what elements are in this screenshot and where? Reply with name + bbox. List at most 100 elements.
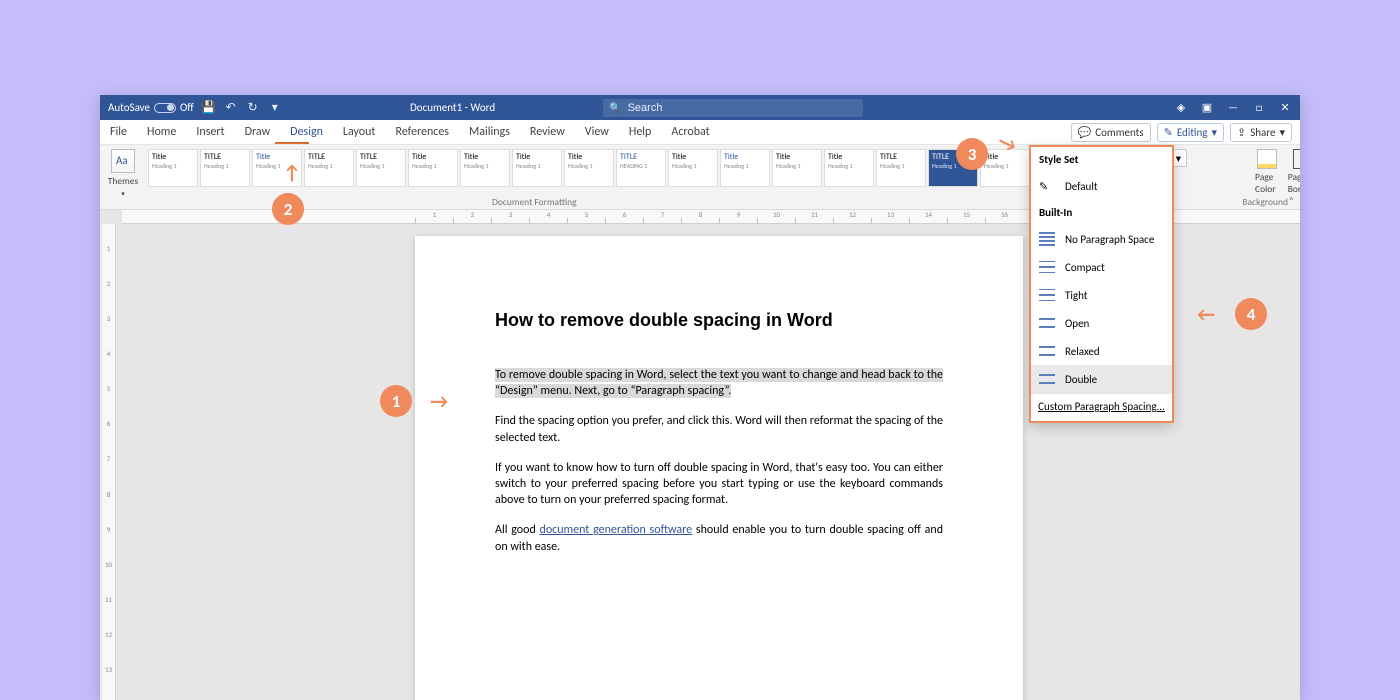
comment-icon: 💬 bbox=[1078, 126, 1092, 139]
page-borders-label: Page Borders bbox=[1288, 171, 1300, 195]
save-icon[interactable]: 💾 bbox=[202, 101, 216, 115]
body-paragraph: Find the spacing option you prefer, and … bbox=[495, 413, 943, 445]
chevron-down-icon: ▾ bbox=[1176, 152, 1181, 165]
qat-dropdown-icon[interactable]: ▾ bbox=[268, 101, 282, 115]
tab-view[interactable]: View bbox=[575, 120, 619, 145]
tab-design[interactable]: Design bbox=[280, 120, 333, 145]
collapse-ribbon-icon[interactable]: ˄ bbox=[1289, 194, 1294, 207]
chevron-down-icon: ▾ bbox=[1211, 126, 1217, 139]
option-label: Default bbox=[1065, 180, 1098, 193]
themes-icon bbox=[111, 149, 135, 173]
tab-review[interactable]: Review bbox=[520, 120, 575, 145]
hyperlink[interactable]: document generation software bbox=[540, 523, 693, 537]
chevron-down-icon: ▾ bbox=[121, 189, 125, 198]
ribbon-display-icon[interactable]: ▣ bbox=[1200, 101, 1214, 115]
option-label: No Paragraph Space bbox=[1065, 233, 1154, 246]
style-thumb[interactable]: TITLEHEADING 1 bbox=[616, 149, 666, 187]
document-heading: How to remove double spacing in Word bbox=[495, 310, 943, 331]
body-paragraph: All good document generation software sh… bbox=[495, 522, 943, 554]
style-thumb[interactable]: TitleHeading 1 bbox=[824, 149, 874, 187]
tab-home[interactable]: Home bbox=[137, 120, 186, 145]
chevron-down-icon: ▾ bbox=[1279, 126, 1285, 139]
themes-group: Themes ▾ bbox=[100, 145, 146, 198]
diamond-icon[interactable]: ◈ bbox=[1174, 101, 1188, 115]
themes-button[interactable]: Themes ▾ bbox=[106, 149, 140, 198]
spacing-option-compact[interactable]: Compact bbox=[1031, 253, 1172, 281]
word-app-window: AutoSave Off 💾 ↶ ↻ ▾ Document1 - Word 🔍 … bbox=[100, 95, 1300, 700]
tab-file[interactable]: File bbox=[100, 120, 137, 145]
menu-section-styleset: Style Set bbox=[1031, 147, 1172, 172]
titlebar: AutoSave Off 💾 ↶ ↻ ▾ Document1 - Word 🔍 … bbox=[100, 95, 1300, 120]
editing-button[interactable]: ✎ Editing▾ bbox=[1157, 123, 1224, 142]
option-label: Double bbox=[1065, 373, 1097, 386]
group-label: Document Formatting bbox=[492, 196, 577, 208]
spacing-option-double[interactable]: Double bbox=[1031, 365, 1172, 393]
autosave-state: Off bbox=[180, 101, 194, 114]
undo-icon[interactable]: ↶ bbox=[224, 101, 238, 115]
custom-paragraph-spacing[interactable]: Custom Paragraph Spacing... bbox=[1031, 393, 1172, 419]
style-thumb[interactable]: TITLEHeading 1 bbox=[304, 149, 354, 187]
paragraph-spacing-menu: Style Set ✎Default Built-In No Paragraph… bbox=[1029, 145, 1174, 423]
style-thumb[interactable]: TitleHeading 1 bbox=[148, 149, 198, 187]
spacing-option-open[interactable]: Open bbox=[1031, 309, 1172, 337]
page-color-button[interactable]: Page Color bbox=[1255, 149, 1280, 195]
spacing-option-default[interactable]: ✎Default bbox=[1031, 172, 1172, 200]
page-borders-icon bbox=[1293, 149, 1300, 169]
share-icon: ⇪ bbox=[1237, 126, 1246, 139]
style-thumb[interactable]: TitleHeading 1 bbox=[460, 149, 510, 187]
themes-label: Themes bbox=[108, 175, 138, 187]
comments-button[interactable]: 💬Comments bbox=[1071, 123, 1151, 142]
style-thumb[interactable]: TitleHeading 1 bbox=[720, 149, 770, 187]
minimize-icon[interactable]: — bbox=[1226, 101, 1240, 115]
callout-1: 1 bbox=[380, 385, 412, 417]
ribbon-tabs: File Home Insert Draw Design Layout Refe… bbox=[100, 120, 1300, 145]
option-label: Open bbox=[1065, 317, 1089, 330]
search-box[interactable]: 🔍 bbox=[603, 99, 863, 117]
tab-acrobat[interactable]: Acrobat bbox=[661, 120, 719, 145]
toggle-off-icon bbox=[154, 103, 176, 113]
tab-insert[interactable]: Insert bbox=[186, 120, 234, 145]
spacing-option-relaxed[interactable]: Relaxed bbox=[1031, 337, 1172, 365]
style-thumb[interactable]: TITLEHeading 1 bbox=[200, 149, 250, 187]
callout-3: 3 bbox=[956, 138, 988, 170]
redo-icon[interactable]: ↻ bbox=[246, 101, 260, 115]
tab-references[interactable]: References bbox=[385, 120, 459, 145]
spacing-option-tight[interactable]: Tight bbox=[1031, 281, 1172, 309]
share-button[interactable]: ⇪ Share ▾ bbox=[1230, 123, 1292, 142]
editing-label: Editing bbox=[1177, 126, 1208, 139]
tab-draw[interactable]: Draw bbox=[235, 120, 281, 145]
document-title: Document1 - Word bbox=[410, 101, 495, 114]
search-icon: 🔍 bbox=[609, 101, 621, 114]
page-color-icon bbox=[1257, 149, 1277, 169]
style-thumb[interactable]: TITLEHeading 1 bbox=[876, 149, 926, 187]
arrow-left-icon: ← bbox=[1197, 303, 1215, 327]
document-formatting-gallery[interactable]: TitleHeading 1 TITLEHeading 1 TitleHeadi… bbox=[146, 145, 1032, 187]
background-group-label: Background bbox=[1242, 196, 1288, 208]
tab-mailings[interactable]: Mailings bbox=[459, 120, 520, 145]
arrow-right-icon: → bbox=[430, 390, 448, 414]
search-input[interactable] bbox=[628, 102, 858, 114]
style-thumb[interactable]: TITLEHeading 1 bbox=[356, 149, 406, 187]
custom-label: ustom Paragraph Spacing... bbox=[1044, 400, 1165, 413]
autosave-label: AutoSave bbox=[108, 101, 150, 114]
tab-help[interactable]: Help bbox=[619, 120, 662, 145]
vertical-ruler[interactable]: 12345678910111213 bbox=[102, 224, 116, 700]
page-borders-button[interactable]: Page Borders bbox=[1288, 149, 1300, 195]
spacing-icon bbox=[1039, 315, 1055, 331]
pencil-icon: ✎ bbox=[1164, 126, 1173, 139]
spacing-option-no-paragraph-space[interactable]: No Paragraph Space bbox=[1031, 225, 1172, 253]
close-icon[interactable]: ✕ bbox=[1278, 101, 1292, 115]
tab-layout[interactable]: Layout bbox=[333, 120, 386, 145]
style-thumb[interactable]: TitleHeading 1 bbox=[512, 149, 562, 187]
style-thumb[interactable]: TitleHeading 1 bbox=[772, 149, 822, 187]
spacing-icon bbox=[1039, 231, 1055, 247]
style-thumb[interactable]: TitleHeading 1 bbox=[668, 149, 718, 187]
share-label: Share bbox=[1250, 126, 1275, 139]
style-thumb[interactable]: TitleHeading 1 bbox=[408, 149, 458, 187]
body-paragraph: If you want to know how to turn off doub… bbox=[495, 460, 943, 509]
autosave-toggle[interactable]: AutoSave Off bbox=[108, 101, 194, 114]
style-thumb[interactable]: TitleHeading 1 bbox=[564, 149, 614, 187]
page-color-label: Page Color bbox=[1255, 171, 1280, 195]
document-page[interactable]: How to remove double spacing in Word To … bbox=[415, 236, 1023, 700]
maximize-icon[interactable]: □ bbox=[1252, 101, 1266, 115]
